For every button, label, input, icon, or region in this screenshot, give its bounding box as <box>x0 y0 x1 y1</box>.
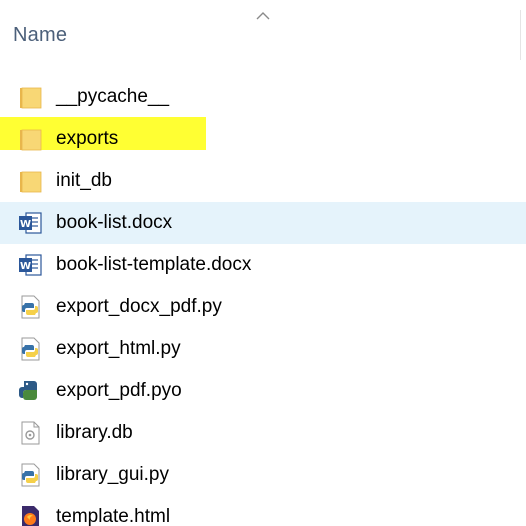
list-item-label: __pycache__ <box>56 86 170 107</box>
folder-icon <box>17 84 43 110</box>
svg-text:W: W <box>20 261 31 272</box>
list-item-pycache[interactable]: __pycache__ <box>0 76 526 118</box>
svg-text:W: W <box>20 219 31 230</box>
word-doc-icon: W <box>17 210 43 236</box>
python-file-icon <box>17 294 43 320</box>
file-list: __pycache__ exports init_db W book-list.… <box>0 76 526 526</box>
list-item-library-gui-py[interactable]: library_gui.py <box>0 454 526 496</box>
list-item-label: exports <box>56 128 119 149</box>
list-item-label: book-list.docx <box>56 212 173 233</box>
column-header-row: Name <box>0 0 526 60</box>
generic-file-icon <box>17 420 43 446</box>
file-explorer-view: Name __pycache__ exports init_db W book-… <box>0 0 526 526</box>
column-divider[interactable] <box>520 10 521 60</box>
python-compiled-icon <box>17 378 43 404</box>
list-item-label: export_pdf.pyo <box>56 380 182 401</box>
list-item-label: export_docx_pdf.py <box>56 296 222 317</box>
list-item-book-list-template-docx[interactable]: W book-list-template.docx <box>0 244 526 286</box>
list-item-exports[interactable]: exports <box>0 118 526 160</box>
list-item-label: template.html <box>56 506 171 526</box>
list-item-label: library.db <box>56 422 133 443</box>
list-item-export-pdf-pyo[interactable]: export_pdf.pyo <box>0 370 526 412</box>
list-item-label: init_db <box>56 170 112 191</box>
python-file-icon <box>17 462 43 488</box>
list-item-export-docx-pdf-py[interactable]: export_docx_pdf.py <box>0 286 526 328</box>
list-item-label: library_gui.py <box>56 464 169 485</box>
folder-icon <box>17 168 43 194</box>
word-doc-icon: W <box>17 252 43 278</box>
list-item-label: export_html.py <box>56 338 181 359</box>
list-item-label: book-list-template.docx <box>56 254 252 275</box>
column-header-name[interactable]: Name <box>13 24 67 47</box>
firefox-html-icon <box>17 504 43 526</box>
list-item-template-html[interactable]: template.html <box>0 496 526 526</box>
list-item-init-db[interactable]: init_db <box>0 160 526 202</box>
list-item-book-list-docx[interactable]: W book-list.docx <box>0 202 526 244</box>
list-item-export-html-py[interactable]: export_html.py <box>0 328 526 370</box>
folder-icon <box>17 126 43 152</box>
python-file-icon <box>17 336 43 362</box>
list-item-library-db[interactable]: library.db <box>0 412 526 454</box>
sort-ascending-icon[interactable] <box>256 8 270 20</box>
